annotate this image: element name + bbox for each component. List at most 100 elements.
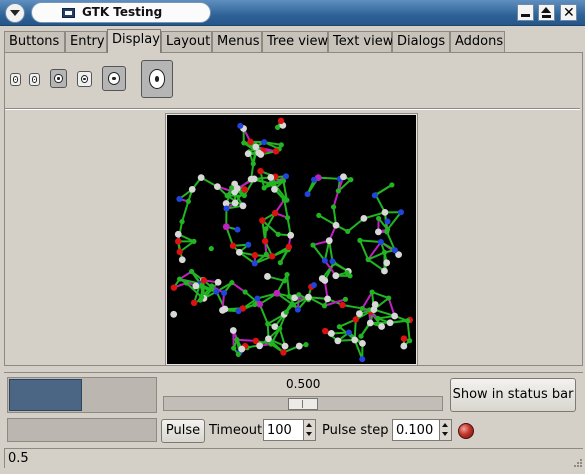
molecule-atom [244,150,252,158]
molecule-bond [359,239,381,244]
timeout-spinbutton[interactable]: 100 [263,419,316,441]
tab-addons[interactable]: Addons [450,31,505,52]
molecule-atom [235,248,243,256]
tab-text-view[interactable]: Text view [328,31,393,52]
molecule-atom [213,183,221,191]
molecule-atom [229,185,235,191]
molecule-bond [371,291,390,299]
molecule-atom [214,278,222,286]
disc-icon-dialog [141,60,173,98]
title-bar[interactable]: GTK Testing ✕ [0,0,585,26]
molecule-atom [351,336,359,344]
tab-display[interactable]: Display [107,29,161,53]
pulse-button[interactable]: Pulse [161,419,205,443]
molecule-atom [284,271,290,278]
tab-tree-view[interactable]: Tree view [262,31,328,52]
maximize-button[interactable] [538,4,555,21]
molecule-atom [273,289,281,297]
molecule-atom [281,342,289,350]
molecule-atom [223,205,230,212]
molecule-atom [310,282,317,289]
tab-menus[interactable]: Menus [212,31,262,52]
molecule-atom [197,174,205,182]
tab-entry[interactable]: Entry [65,31,107,52]
molecule-atom [199,294,205,300]
molecule-atom [325,237,333,245]
molecule-atom [251,252,259,259]
molecule-atom [209,283,215,289]
molecule-atom [332,272,340,280]
molecule-atom [400,342,408,350]
molecule-atom [224,193,230,199]
molecule-atom [222,223,230,231]
molecule-atom [316,212,322,219]
molecule-atom [261,185,267,191]
molecule-atom [336,324,342,330]
minimize-button[interactable] [517,4,534,21]
molecule-atom [280,349,287,356]
molecule-atom [229,242,237,249]
disc-icon-dnd [102,66,126,91]
show-in-status-bar-button[interactable]: Show in status bar [450,378,576,412]
molecule-atom [321,257,328,264]
scale-slider-trough[interactable] [163,396,443,411]
molecule-atom [335,188,341,194]
scale-slider-handle[interactable] [288,398,318,410]
molecule-atom [192,282,200,290]
molecule-atom [235,351,241,357]
molecule-atom [277,117,285,125]
molecule-atom [255,149,263,157]
window-menu-button[interactable] [5,3,25,23]
tab-layout[interactable]: Layout [161,31,212,52]
molecule-atom [234,337,240,343]
molecule-atom [365,256,371,263]
molecule-atom [358,333,364,339]
molecule-atom [359,356,366,363]
molecule-atom [295,342,303,350]
molecule-atom [407,338,413,344]
disc-icon-button [77,71,92,87]
molecule-atom [359,305,365,312]
pulse-step-spin-arrows[interactable] [439,420,451,440]
molecule-atom [176,196,183,203]
pulse-step-value: 0.100 [396,423,434,438]
molecule-atom [355,310,363,317]
molecule-atom [386,319,394,327]
timeout-spin-arrows[interactable] [303,420,315,440]
molecule-atom [344,270,350,276]
gtk-testing-window: GTK Testing ✕ Buttons Entry Display Layout M… [0,0,585,474]
led-indicator-icon [458,423,474,439]
molecule-atom [275,231,281,237]
molecule-atom [283,309,289,315]
molecule-atom [375,315,381,322]
tab-dialogs[interactable]: Dialogs [392,31,450,52]
molecule-atom [268,341,274,347]
molecule-atom [261,139,268,146]
molecule-atom [264,273,271,280]
arrow-down-icon[interactable] [442,432,448,436]
molecule-atom [334,337,342,345]
close-icon: ✕ [563,5,575,21]
molecule-atom [311,176,318,183]
molecule-atom [259,217,266,224]
molecule-atom [271,185,278,193]
resize-grip-icon[interactable] [571,456,583,468]
molecule-atom [376,215,382,222]
molecule-atom [267,174,275,181]
arrow-up-icon[interactable] [442,423,448,427]
molecule-atom [188,186,196,193]
molecule-atom [340,173,347,181]
molecule-atom [381,267,388,275]
molecule-atom [345,329,352,336]
image-frame [165,113,418,366]
close-button[interactable]: ✕ [560,4,577,21]
arrow-up-icon[interactable] [306,423,312,427]
molecule-atom [272,148,280,155]
molecule-atom [174,238,182,245]
arrow-down-icon[interactable] [306,432,312,436]
tab-buttons[interactable]: Buttons [4,31,65,52]
molecule-atom [391,312,399,320]
pulse-step-spinbutton[interactable]: 0.100 [392,419,452,441]
molecule-atom [250,175,258,183]
molecule-atom [238,345,246,353]
